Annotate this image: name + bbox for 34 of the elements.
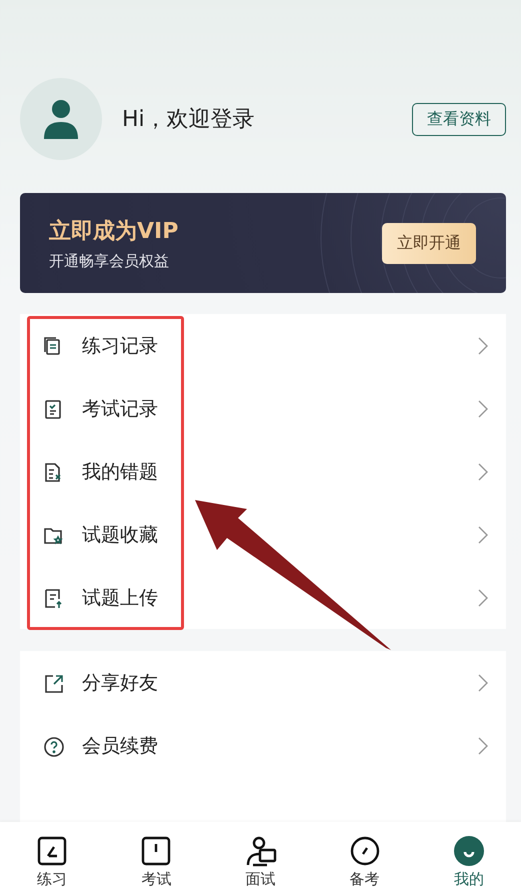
help-icon <box>42 734 64 756</box>
chevron-icon <box>478 674 488 692</box>
checklist-icon <box>42 398 64 420</box>
tab[interactable]: 面试 <box>208 822 313 896</box>
view-profile-button[interactable]: 查看资料 <box>412 102 506 136</box>
vip-subtitle: 开通畅享会员权益 <box>49 252 170 270</box>
tab[interactable]: 练习 <box>0 822 104 896</box>
menu-item[interactable]: 分享好友 <box>82 670 478 696</box>
menu-item[interactable]: 会员续费 <box>82 732 478 758</box>
vip-banner[interactable]: 立即成为VIP 开通畅享会员权益 立即开通 <box>20 193 506 293</box>
menu-item[interactable]: 试题上传 <box>82 584 478 610</box>
chevron-icon <box>478 336 488 354</box>
document-upload-icon <box>42 586 64 608</box>
compass-icon <box>348 835 381 867</box>
welcome-text: Hi，欢迎登录 <box>122 106 256 134</box>
vip-title: 立即成为VIP <box>49 218 180 246</box>
chevron-icon <box>478 526 488 544</box>
chevron-icon <box>478 462 488 480</box>
menu-item[interactable]: 练习记录 <box>82 332 478 358</box>
tab[interactable]: 我的 <box>416 822 521 896</box>
tab[interactable]: 备考 <box>312 822 417 896</box>
profile-icon <box>452 835 485 867</box>
person-icon <box>43 99 79 139</box>
chevron-icon <box>478 588 488 606</box>
chevron-icon <box>478 400 488 418</box>
menu-item[interactable]: 我的错题 <box>82 458 478 484</box>
person-screen-icon <box>244 835 276 867</box>
square-icon <box>140 835 172 867</box>
pencil-square-icon <box>36 835 68 867</box>
activate-button[interactable]: 立即开通 <box>382 222 476 264</box>
menu-item[interactable]: 考试记录 <box>82 396 478 422</box>
chevron-icon <box>478 736 488 754</box>
menu-item[interactable]: 试题收藏 <box>82 522 478 548</box>
tab[interactable]: 考试 <box>104 822 208 896</box>
